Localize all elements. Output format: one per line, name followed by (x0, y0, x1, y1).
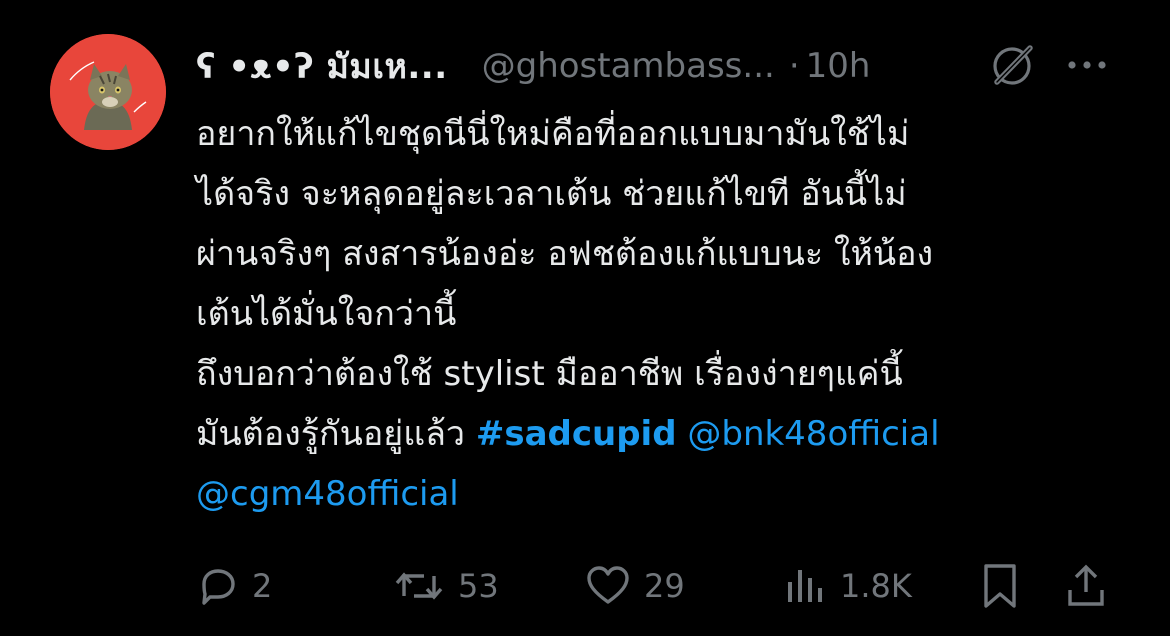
body-line: ผ่านจริงๆ สงสารน้องอ่ะ อฟชต้องแก้แบบนะ ใ… (196, 224, 1116, 284)
views-count: 1.8K (840, 567, 912, 605)
body-text: ถึงบอกว่าต้องใช้ stylist มืออาชีพ เรื่อง… (196, 354, 903, 394)
hashtag-link[interactable]: #sadcupid (476, 414, 677, 454)
repost-icon (392, 564, 446, 608)
display-name[interactable]: ʕ •ᴥ•ʔ มัมเห... (196, 39, 448, 93)
heart-icon (584, 564, 632, 608)
body-text: เต้นได้มั่นใจกว่านี้ (196, 294, 457, 334)
tweet-header: ʕ •ᴥ•ʔ มัมเห... @ghostambass... · 10h (196, 36, 1126, 96)
grok-icon[interactable] (988, 40, 1038, 90)
repost-count: 53 (458, 567, 499, 605)
avatar[interactable] (50, 34, 166, 150)
body-line: @cgm48official (196, 464, 1116, 524)
body-space (677, 414, 688, 454)
body-line: ถึงบอกว่าต้องใช้ stylist มืออาชีพ เรื่อง… (196, 344, 1116, 404)
mention-link[interactable]: @cgm48official (196, 474, 459, 514)
body-text: อยากให้แก้ไขชุดนีนี่ใหม่คือที่ออกแบบมามั… (196, 114, 910, 154)
tweet[interactable]: ʕ •ᴥ•ʔ มัมเห... @ghostambass... · 10h อย… (0, 0, 1170, 636)
body-text: ได้จริง จะหลุดอยู่ละเวลาเต้น ช่วยแก้ไขที… (196, 174, 907, 214)
bookmark-button[interactable] (978, 556, 1022, 616)
body-text: มันต้องรู้กันอยู่แล้ว (196, 414, 476, 454)
more-icon[interactable] (1062, 50, 1112, 80)
body-line: มันต้องรู้กันอยู่แล้ว #sadcupid @bnk48of… (196, 404, 1116, 464)
reply-icon (196, 564, 240, 608)
body-line: ได้จริง จะหลุดอยู่ละเวลาเต้น ช่วยแก้ไขที… (196, 164, 1116, 224)
tweet-body: อยากให้แก้ไขชุดนีนี่ใหม่คือที่ออกแบบมามั… (196, 104, 1116, 524)
share-icon (1064, 562, 1108, 610)
cat-avatar-icon (50, 34, 166, 150)
user-handle[interactable]: @ghostambass... (482, 46, 775, 86)
action-bar: 2 53 29 1.8K (196, 556, 1126, 616)
repost-button[interactable]: 53 (392, 556, 499, 616)
bookmark-icon (978, 562, 1022, 610)
like-button[interactable]: 29 (584, 556, 685, 616)
share-button[interactable] (1064, 556, 1108, 616)
like-count: 29 (644, 567, 685, 605)
mention-link[interactable]: @bnk48official (687, 414, 939, 454)
body-text: ผ่านจริงๆ สงสารน้องอ่ะ อฟชต้องแก้แบบนะ ใ… (196, 234, 934, 274)
reply-button[interactable]: 2 (196, 556, 272, 616)
views-button[interactable]: 1.8K (784, 556, 912, 616)
post-time[interactable]: 10h (806, 46, 871, 86)
tweet-content: ʕ •ᴥ•ʔ มัมเห... @ghostambass... · 10h อย… (196, 36, 1126, 514)
reply-count: 2 (252, 567, 273, 605)
body-line: เต้นได้มั่นใจกว่านี้ (196, 284, 1116, 344)
views-icon (784, 564, 828, 608)
body-line: อยากให้แก้ไขชุดนีนี่ใหม่คือที่ออกแบบมามั… (196, 104, 1116, 164)
separator-dot: · (788, 46, 800, 86)
